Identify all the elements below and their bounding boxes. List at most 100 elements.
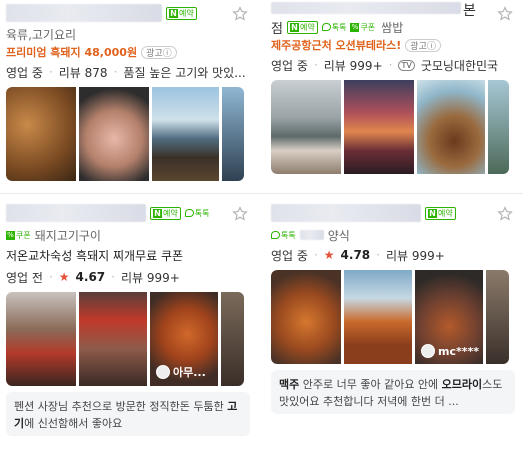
rating-value: 4.67: [75, 270, 106, 284]
business-status: 영업 전: [6, 270, 43, 285]
meta-line: 영업 전 · ★ 4.67 · 리뷰 999+: [6, 270, 180, 285]
star-outline-icon[interactable]: [232, 206, 248, 222]
talk-badge[interactable]: 톡톡: [184, 207, 210, 220]
review-preview[interactable]: 펜션 사장님 추천으로 방문한 정직한돈 두툼한 고기에 신선함해서 좋아요: [6, 392, 250, 436]
review-count: 리뷰 999+: [120, 270, 180, 285]
avatar: [421, 344, 435, 358]
photo-menu-sign[interactable]: [6, 292, 76, 386]
reviewer-name: 아무...: [173, 366, 206, 379]
photo-pork-cuts[interactable]: [79, 292, 147, 386]
place-card-3[interactable]: N 예약 톡톡 % 쿠폰 돼지고기구이 저온교차숙성 흑돼지 찌개무료 쿠폰 영업 …: [6, 200, 250, 436]
row-divider: [0, 193, 523, 194]
card-title-row: 본: [271, 0, 515, 26]
photo-skillet[interactable]: mc****: [415, 270, 483, 364]
ad-label: 광고: [146, 48, 163, 59]
place-card-1[interactable]: N 예약 육류,고기요리 프리미엄 흑돼지 48,000원 광고 ⓘ 영업 중 · 리뷰…: [6, 0, 250, 181]
photo-coast[interactable]: [488, 80, 509, 174]
coupon-category-row: % 쿠폰 돼지고기구이: [6, 226, 250, 244]
badge-label: 예약: [179, 8, 194, 18]
reviewer-overlay: 아무...: [156, 364, 206, 380]
avatar: [156, 365, 170, 379]
photo-side-dish[interactable]: [221, 292, 244, 386]
photo-seaview-table[interactable]: [152, 87, 219, 181]
talk-icon: [271, 231, 280, 239]
rating-star-icon: ★: [323, 248, 335, 262]
photo-fried-food[interactable]: [271, 270, 341, 364]
star-outline-icon[interactable]: [497, 206, 513, 222]
badge-label: 톡톡: [281, 230, 296, 240]
meta-line: 영업 중 · ★ 4.78 · 리뷰 999+: [271, 248, 445, 263]
photo-window-view[interactable]: [222, 87, 244, 181]
meta-line: 영업 중 · 리뷰 878 · 품질 높은 고기와 맛있...: [6, 65, 246, 80]
card-title-row: N 예약: [271, 200, 515, 226]
photo-strip[interactable]: [6, 87, 250, 181]
reviewer-name: mc****: [438, 344, 479, 358]
naver-n-icon: N: [169, 8, 178, 18]
ad-badge: 광고 ⓘ: [141, 45, 177, 59]
review-highlight: 오므라이: [441, 378, 483, 391]
photo-table-sea[interactable]: [271, 80, 341, 174]
category-label: 양식: [327, 228, 350, 243]
review-text: 안주로 너무 좋아 같아요 안에: [299, 378, 442, 391]
business-status: 영업 중: [271, 248, 308, 263]
talk-badge[interactable]: 톡톡: [271, 229, 296, 242]
photo-stew-seaview[interactable]: [417, 80, 485, 174]
photo-extra[interactable]: [486, 270, 509, 364]
reserve-badge[interactable]: N 예약: [166, 6, 197, 20]
photo-grilled-meat[interactable]: [6, 87, 76, 181]
reserve-badge[interactable]: N 예약: [425, 206, 456, 220]
reviewer-overlay: mc****: [421, 344, 479, 358]
naver-n-icon: N: [153, 208, 162, 218]
photo-strip[interactable]: mc****: [271, 270, 515, 364]
card-title-row: N 예약 톡톡: [6, 200, 250, 226]
talk-icon: [184, 209, 194, 217]
talk-category-row: 톡톡 양식: [271, 226, 515, 244]
rating-value: 4.78: [340, 248, 371, 262]
review-highlight: 맥주: [279, 378, 300, 391]
badge-label: 톡톡: [194, 208, 210, 218]
photo-fried-chicken[interactable]: [344, 270, 412, 364]
promo-line[interactable]: 제주공항근처 오션뷰테라스! 광고 ⓘ: [271, 36, 515, 54]
place-card-2[interactable]: 본 점 N 예약 톡톡 % 쿠폰 쌈밥 제주공항근처 오션뷰테라스! 광고 ⓘ 영업 중…: [271, 0, 515, 174]
business-status: 영업 중: [6, 65, 43, 80]
promo-line[interactable]: 프리미엄 흑돼지 48,000원 광고 ⓘ: [6, 43, 250, 61]
promo-text[interactable]: 프리미엄 흑돼지 48,000원: [6, 44, 137, 60]
coupon-offer-text[interactable]: 저온교차숙성 흑돼지 찌개무료 쿠폰: [6, 244, 250, 266]
place-name-blurred[interactable]: [6, 4, 162, 22]
coupon-icon: %: [6, 230, 15, 240]
ad-badge: 광고 ⓘ: [405, 38, 441, 52]
place-name-blurred[interactable]: [271, 204, 421, 222]
reserve-badge[interactable]: N 예약: [150, 206, 181, 220]
review-text: 에 신선함해서 좋아요: [24, 417, 123, 430]
category-label: 돼지고기구이: [34, 228, 101, 243]
photo-strip[interactable]: [271, 80, 515, 174]
naver-n-icon: N: [428, 208, 437, 218]
card-title-row: N 예약: [6, 0, 250, 26]
badge-label: 예약: [438, 208, 453, 218]
info-icon: ⓘ: [426, 41, 436, 52]
place-card-4[interactable]: N 예약 톡톡 양식 영업 중 · ★ 4.78 · 리뷰 999+ mc**** 맥주…: [271, 200, 515, 414]
badge-label: 쿠폰: [16, 230, 31, 240]
place-name-blurred[interactable]: [271, 2, 461, 14]
blurred-text: [299, 230, 324, 240]
business-status: 영업 중: [271, 58, 308, 73]
photo-stew[interactable]: 아무...: [150, 292, 218, 386]
photo-pork-on-grill[interactable]: [79, 87, 149, 181]
review-count: 리뷰 999+: [323, 58, 383, 73]
tv-show-name: 굿모닝대한민국: [420, 58, 499, 73]
rating-star-icon: ★: [58, 270, 70, 284]
star-outline-icon[interactable]: [497, 6, 513, 22]
review-snippet: 품질 높은 고기와 맛있...: [123, 65, 246, 80]
info-icon: ⓘ: [162, 48, 172, 59]
review-count: 리뷰 999+: [385, 248, 445, 263]
photo-strip[interactable]: 아무...: [6, 292, 250, 386]
coupon-badge[interactable]: % 쿠폰: [6, 229, 31, 242]
place-name-suffix[interactable]: 본: [463, 0, 476, 20]
meta-line: 영업 중 · 리뷰 999+ · TV 굿모닝대한민국: [271, 58, 499, 73]
photo-sunset[interactable]: [344, 80, 414, 174]
star-outline-icon[interactable]: [232, 6, 248, 22]
review-preview[interactable]: 맥주 안주로 너무 좋아 같아요 안에 오므라이스도 맛있어요 추천합니다 저녁…: [271, 370, 515, 414]
place-name-blurred[interactable]: [6, 204, 146, 222]
ad-label: 광고: [410, 41, 427, 52]
promo-text[interactable]: 제주공항근처 오션뷰테라스!: [271, 37, 401, 53]
